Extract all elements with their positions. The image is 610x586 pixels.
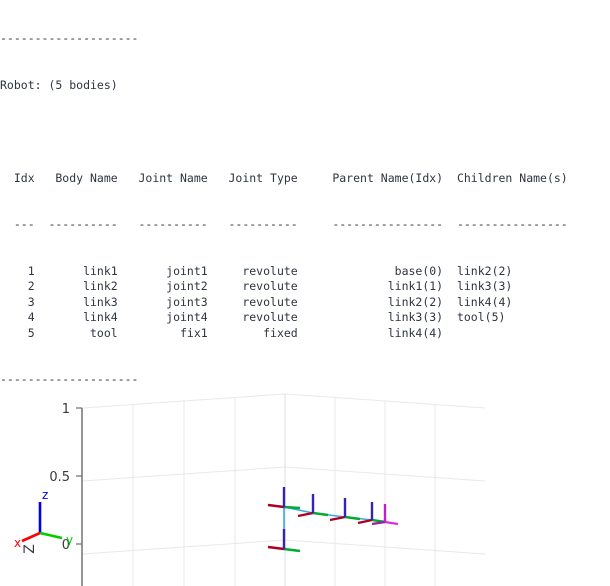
triad-x-label: x [14,536,21,550]
plot-svg: 1 0.5 0 -0.5 -1 Z -1 -0.5 0 0.5 1 Y 1 0.… [14,393,486,586]
robot-3d-plot[interactable]: 1 0.5 0 -0.5 -1 Z -1 -0.5 0 0.5 1 Y 1 0.… [0,186,610,586]
back-wall-right [284,393,486,586]
z-tick-label: 1 [62,402,70,417]
triad-y-label: y [66,533,73,547]
back-wall-left [81,393,286,586]
triad-z-label: z [42,488,48,502]
report-column-headers: Idx Body Name Joint Name Joint Type Pare… [0,170,568,185]
report-header: Robot: (5 bodies) [0,77,118,92]
z-tick-label: 0.5 [49,470,70,485]
report-divider-top: -------------------- [0,31,139,45]
z-axis [76,407,83,586]
z-axis-title: Z [22,544,38,554]
report-spacer [0,124,610,140]
